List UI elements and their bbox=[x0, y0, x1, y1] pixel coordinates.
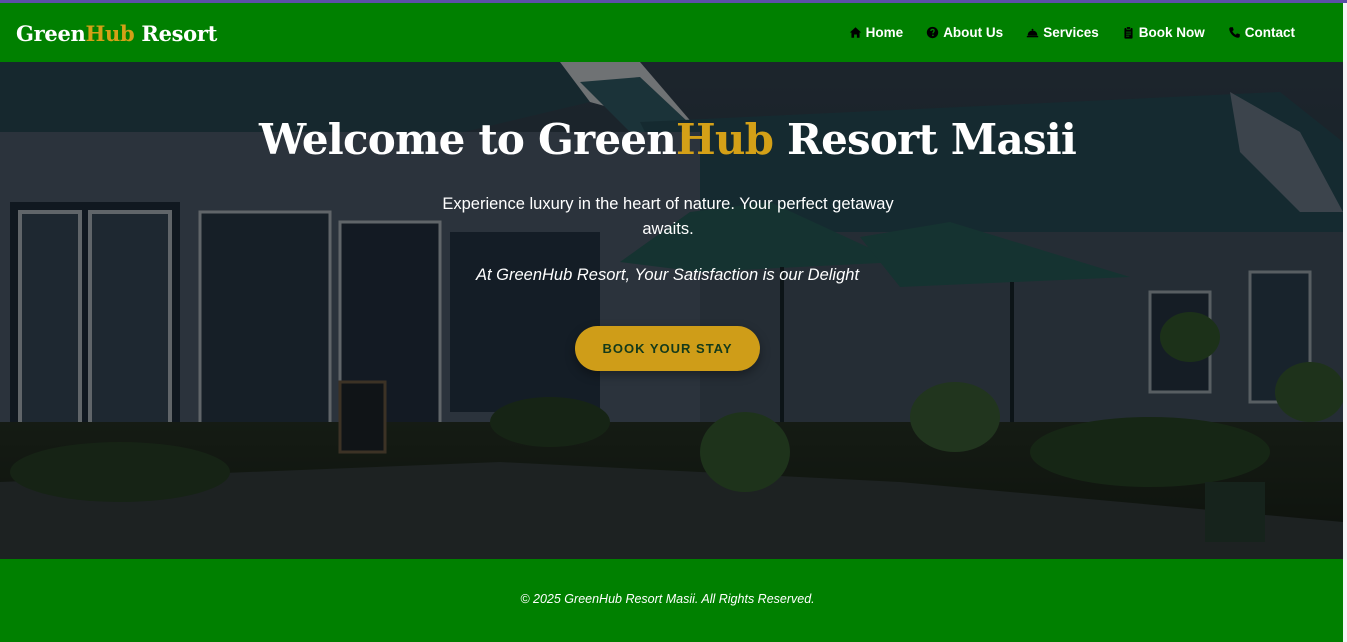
book-your-stay-button[interactable]: BOOK YOUR STAY bbox=[575, 326, 760, 371]
nav-label-services: Services bbox=[1043, 25, 1099, 40]
main-nav: Home About Us Services Book Now Contact bbox=[849, 25, 1295, 40]
navbar: GreenHub Resort Home About Us Services B… bbox=[0, 3, 1343, 62]
nav-item-services[interactable]: Services bbox=[1026, 25, 1099, 40]
clipboard-icon bbox=[1122, 26, 1135, 39]
hero-title-resort: Resort Masii bbox=[773, 115, 1077, 164]
nav-label-about: About Us bbox=[943, 25, 1004, 40]
window-scroll-gutter bbox=[1343, 3, 1347, 642]
nav-item-book-now[interactable]: Book Now bbox=[1122, 25, 1205, 40]
brand-logo[interactable]: GreenHub Resort bbox=[16, 21, 217, 46]
nav-item-about[interactable]: About Us bbox=[926, 25, 1003, 40]
brand-name-green: Green bbox=[16, 21, 86, 46]
hero-title-hub: Hub bbox=[675, 115, 774, 164]
footer-copyright: © 2025 GreenHub Resort Masii. All Rights… bbox=[520, 592, 815, 606]
nav-item-home[interactable]: Home bbox=[849, 25, 904, 40]
hero-section: Welcome to GreenHub Resort Masii Experie… bbox=[0, 62, 1343, 559]
hero-subtitle: Experience luxury in the heart of nature… bbox=[442, 195, 894, 238]
nav-label-book-now: Book Now bbox=[1138, 25, 1205, 40]
home-icon bbox=[849, 26, 862, 39]
nav-label-contact: Contact bbox=[1244, 25, 1295, 40]
footer: © 2025 GreenHub Resort Masii. All Rights… bbox=[0, 559, 1343, 642]
brand-name-hub: Hub bbox=[85, 21, 135, 46]
question-circle-icon bbox=[926, 26, 939, 39]
hero-title-welcome: Welcome to Green bbox=[258, 115, 677, 164]
bell-icon bbox=[1026, 26, 1039, 39]
phone-icon bbox=[1228, 26, 1241, 39]
hero-title: Welcome to GreenHub Resort Masii bbox=[0, 115, 1335, 164]
hero-tagline: At GreenHub Resort, Your Satisfaction is… bbox=[475, 266, 860, 284]
nav-item-contact[interactable]: Contact bbox=[1228, 25, 1295, 40]
brand-name-resort: Resort bbox=[134, 21, 218, 46]
nav-label-home: Home bbox=[865, 25, 904, 40]
